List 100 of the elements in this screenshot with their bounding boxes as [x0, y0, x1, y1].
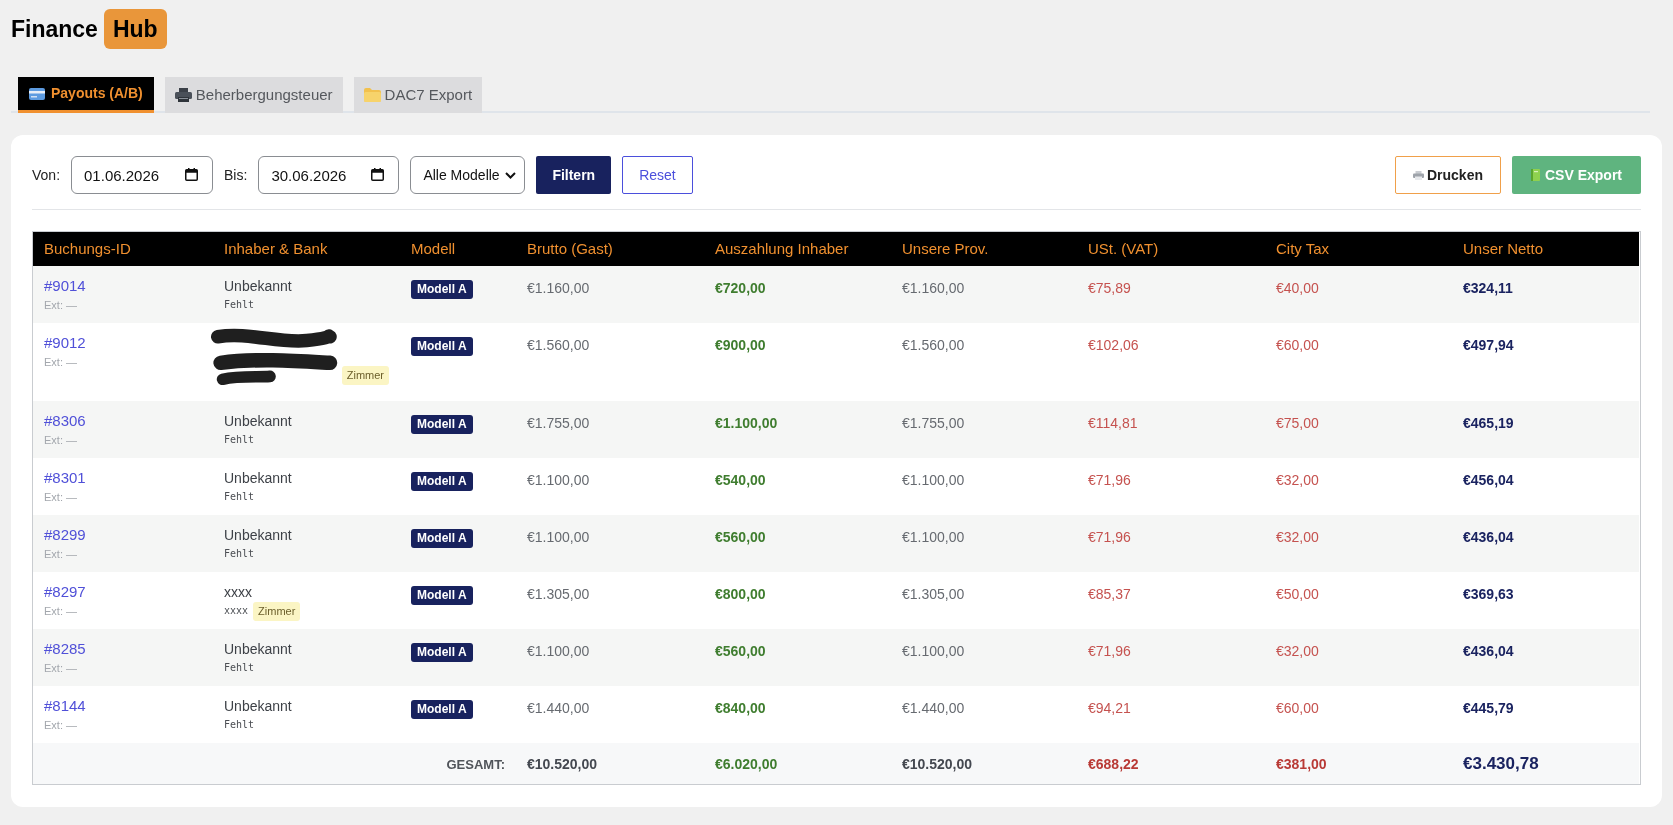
commission-amount: €1.755,00	[902, 415, 965, 431]
filter-button[interactable]: Filtern	[536, 156, 612, 194]
column-header: Buchungs-ID	[44, 240, 131, 257]
owner-name: Unbekannt	[224, 697, 292, 716]
commission-amount: €1.100,00	[902, 472, 965, 488]
gross-amount: €1.160,00	[527, 280, 590, 296]
booking-id-link[interactable]: #9012	[44, 333, 86, 353]
payout-amount: €540,00	[715, 472, 766, 488]
model-badge: Modell A	[411, 586, 473, 605]
commission-amount: €1.100,00	[902, 643, 965, 659]
bank-info: xxxx	[224, 604, 249, 618]
city-tax-amount: €75,00	[1276, 415, 1319, 431]
from-date-field[interactable]: 01.06.2026	[71, 156, 214, 194]
owner-name: xxxx	[224, 583, 252, 602]
column-header: USt. (VAT)	[1088, 240, 1159, 257]
total-vat: €688,22	[1088, 755, 1139, 772]
city-tax-amount: €60,00	[1276, 700, 1319, 716]
vat-amount: €75,89	[1088, 280, 1131, 296]
booking-id-link[interactable]: #8301	[44, 468, 86, 488]
bank-info: Fehlt	[224, 718, 255, 732]
owner-name: Unbekannt	[224, 640, 292, 659]
model-badge: Modell A	[411, 415, 473, 434]
commission-amount: €1.560,00	[902, 337, 965, 353]
city-tax-amount: €60,00	[1276, 337, 1319, 353]
gross-amount: €1.755,00	[527, 415, 590, 431]
external-id: Ext: —	[44, 547, 77, 562]
print-button[interactable]: Drucken	[1394, 156, 1501, 194]
total-label: GESAMT:	[446, 756, 505, 772]
net-amount: €445,79	[1463, 700, 1514, 716]
net-amount: €456,04	[1463, 472, 1514, 488]
vat-amount: €102,06	[1088, 337, 1139, 353]
booking-id-link[interactable]: #8306	[44, 411, 86, 431]
tab[interactable]: DAC7 Export	[353, 77, 483, 113]
model-badge: Modell A	[411, 700, 473, 719]
room-tag: Zimmer	[253, 601, 301, 621]
tab[interactable]: Payouts (A/B)	[18, 77, 154, 113]
column-header: Brutto (Gast)	[527, 240, 613, 257]
booking-id-link[interactable]: #9014	[44, 276, 86, 296]
column-header: Auszahlung Inhaber	[715, 240, 849, 257]
total-city-tax: €381,00	[1276, 755, 1327, 772]
city-tax-amount: €50,00	[1276, 586, 1319, 602]
booking-id-link[interactable]: #8285	[44, 639, 86, 659]
model-badge: Modell A	[411, 529, 473, 548]
external-id: Ext: —	[44, 298, 77, 313]
external-id: Ext: —	[44, 433, 77, 448]
city-tax-amount: €32,00	[1276, 643, 1319, 659]
total-gross: €10.520,00	[527, 755, 598, 772]
external-id: Ext: —	[44, 490, 77, 505]
city-tax-amount: €32,00	[1276, 529, 1319, 545]
city-tax-amount: €40,00	[1276, 280, 1319, 296]
net-amount: €436,04	[1463, 529, 1514, 545]
booking-id-link[interactable]: #8299	[44, 525, 86, 545]
column-header: Modell	[411, 240, 456, 257]
tab[interactable]: Beherbergungsteuer	[164, 77, 343, 113]
total-net: €3.430,78	[1463, 753, 1539, 773]
model-select[interactable]: Alle Modelle	[410, 156, 526, 194]
model-badge: Modell A	[411, 472, 473, 491]
reset-button[interactable]: Reset	[622, 156, 693, 194]
bank-info: Fehlt	[224, 433, 255, 447]
vat-amount: €94,21	[1088, 700, 1131, 716]
book-icon	[1531, 169, 1540, 181]
external-id: Ext: —	[44, 355, 77, 370]
calendar-icon	[185, 168, 199, 181]
gross-amount: €1.440,00	[527, 700, 590, 716]
owner-name: Unbekannt	[224, 412, 292, 431]
from-label: Von:	[32, 165, 61, 185]
folder-icon	[363, 88, 381, 102]
booking-id-link[interactable]: #8144	[44, 696, 86, 716]
commission-amount: €1.440,00	[902, 700, 965, 716]
column-header: Unser Netto	[1463, 240, 1544, 257]
payout-amount: €900,00	[715, 337, 766, 353]
total-commission: €10.520,00	[902, 755, 973, 772]
net-amount: €324,11	[1463, 280, 1513, 296]
owner-name: Unbekannt	[224, 469, 292, 488]
payout-amount: €560,00	[715, 529, 766, 545]
bank-info: Fehlt	[224, 298, 255, 312]
bank-info: Fehlt	[224, 661, 255, 675]
payout-amount: €800,00	[715, 586, 766, 602]
bank-info: Fehlt	[224, 490, 255, 504]
booking-id-link[interactable]: #8297	[44, 582, 86, 602]
vat-amount: €114,81	[1088, 415, 1138, 431]
printer-icon	[174, 88, 192, 102]
payout-amount: €560,00	[715, 643, 766, 659]
gross-amount: €1.560,00	[527, 337, 590, 353]
gross-amount: €1.100,00	[527, 529, 590, 545]
gross-amount: €1.305,00	[527, 586, 590, 602]
room-tag: Zimmer	[341, 366, 389, 385]
column-header: City Tax	[1276, 240, 1330, 257]
net-amount: €436,04	[1463, 643, 1514, 659]
owner-name: Unbekannt	[224, 526, 292, 545]
total-payout: €6.020,00	[715, 755, 778, 772]
model-badge: Modell A	[411, 643, 473, 662]
net-amount: €497,94	[1463, 337, 1514, 353]
to-label: Bis:	[224, 165, 248, 185]
to-date-field[interactable]: 30.06.2026	[258, 156, 400, 194]
net-amount: €465,19	[1463, 415, 1514, 431]
gross-amount: €1.100,00	[527, 472, 590, 488]
net-amount: €369,63	[1463, 586, 1514, 602]
vat-amount: €85,37	[1088, 586, 1131, 602]
payout-amount: €840,00	[715, 700, 766, 716]
